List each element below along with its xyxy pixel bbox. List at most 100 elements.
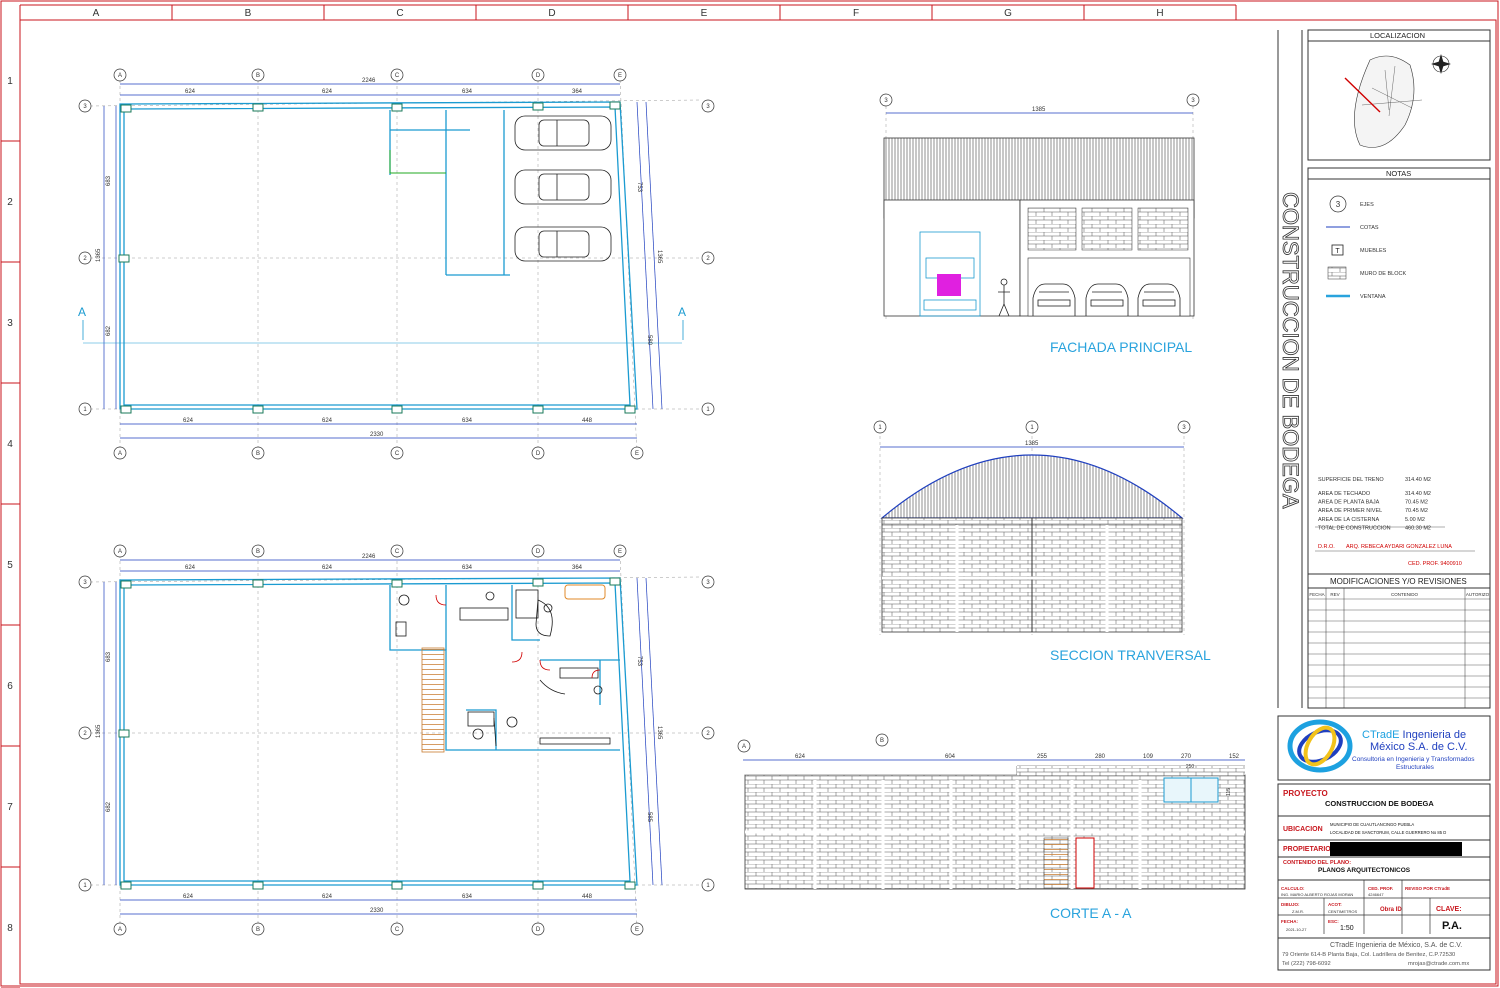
svg-text:D: D	[536, 549, 541, 555]
drawing-sheet: ABCDEFGH 12345678 A A 2246 624 624 634 3…	[0, 0, 1499, 988]
propietario-redacted	[1330, 842, 1462, 856]
svg-text:E: E	[635, 451, 639, 457]
axis-bubble-top-C: C	[390, 68, 404, 82]
proyecto-value: CONSTRUCCION DE BODEGA	[1325, 799, 1434, 808]
note-label: VENTANA	[1360, 294, 1386, 300]
structural-column	[252, 103, 264, 112]
reviso-label: REVISO POR CTradE	[1405, 886, 1450, 891]
structural-column	[609, 101, 621, 110]
dim-top-4: 364	[572, 89, 583, 95]
esc-label: ESC:	[1328, 919, 1339, 924]
axis-bubble-bottom-C: C	[390, 446, 404, 460]
dibujo-value: Z.M.R.	[1292, 909, 1304, 914]
ubicacion-line2: LOCALIDAD DE SANCTORUM, CALLE GUERRERO N…	[1330, 830, 1446, 835]
clave-value: P.A.	[1442, 920, 1462, 932]
staircase	[421, 647, 445, 753]
structural-column	[391, 103, 403, 112]
axis-bubble-bottom-C: C	[390, 922, 404, 936]
seccion-title: SECCION TRANVERSAL	[1050, 647, 1211, 663]
axis-bubble-right-1: 1	[701, 878, 715, 892]
area-label-0: SUPERFICIE DEL TRENO	[1318, 477, 1384, 483]
company-sub-2: Estructurales	[1396, 764, 1435, 771]
axis-bubble-right-3: 3	[701, 99, 715, 113]
footer-address: 79 Oriente 614-B Planta Baja, Col. Ladri…	[1282, 952, 1455, 958]
area-label-5: TOTAL DE CONSTRUCCION	[1318, 525, 1391, 531]
fecha-label: FECHA:	[1281, 919, 1298, 924]
dim-left-1: 683	[106, 651, 112, 662]
grid-row-marks: 1 2 3 4 5 6 7 8	[1, 76, 20, 988]
grid-row-5: 5	[7, 560, 13, 571]
area-value-4: 5.00 M2	[1405, 517, 1425, 523]
grid-col-E: E	[701, 8, 708, 19]
axis-bubble-top-C: C	[390, 544, 404, 558]
door	[1075, 837, 1095, 889]
dibujo-label: DIBUJO:	[1281, 902, 1300, 907]
svg-text:C: C	[395, 927, 400, 933]
area-value-0: 314.40 M2	[1405, 477, 1431, 483]
svg-text:E: E	[635, 927, 639, 933]
seccion-axis-0: 1	[873, 420, 887, 434]
grid-row-7: 7	[7, 802, 13, 813]
block-wall-icon	[1327, 266, 1347, 280]
seccion-axis-1: 1	[1025, 420, 1039, 434]
footer-phone: Tel (222) 798-6092	[1282, 961, 1331, 967]
fachada-dim: 1385	[1032, 107, 1046, 113]
corte-dim-6: 152	[1229, 754, 1240, 760]
corte-subdim-1: 250	[1186, 764, 1195, 770]
dim-left-2: 682	[106, 801, 112, 812]
svg-text:D: D	[536, 927, 541, 933]
dim-bottom-1: 624	[183, 894, 194, 900]
propietario-label: PROPIETARIO	[1283, 846, 1331, 853]
structural-column	[120, 104, 132, 113]
proyecto-label: PROYECTO	[1283, 789, 1328, 798]
axis-bubble-top-A: A	[113, 544, 127, 558]
area-label-3: AREA DE PRIMER NIVEL	[1318, 508, 1382, 514]
dim-left-1: 683	[106, 175, 112, 186]
footer-company: CTradE Ingenieria de México, S.A. de C.V…	[1330, 942, 1462, 949]
axis-bubble-left-3: 3	[78, 575, 92, 589]
svg-text:T: T	[1335, 248, 1340, 255]
dim-bottom-2: 624	[322, 894, 333, 900]
note-label: MUEBLES	[1360, 248, 1387, 254]
acot-label: ACOT:	[1328, 902, 1342, 907]
axis-bubble-bottom-E: E	[630, 446, 644, 460]
axis-bubble-bottom-A: A	[113, 922, 127, 936]
contenido-label: CONTENIDO DEL PLANO:	[1283, 860, 1351, 866]
grid-column-marks: A B C D E F G H	[19, 5, 1237, 20]
axis-bubble-bottom-E: E	[630, 922, 644, 936]
grid-col-C: C	[396, 8, 403, 19]
note-label: EJES	[1360, 202, 1374, 208]
mod-col-3: AUTORIZO	[1466, 592, 1490, 597]
structural-column	[391, 579, 403, 588]
dim-bottom-2: 624	[322, 418, 333, 424]
structural-column	[532, 881, 544, 890]
dim-right-1: 753	[636, 656, 642, 667]
dim-top-3: 634	[462, 565, 473, 571]
svg-text:A: A	[118, 549, 122, 555]
svg-text:3: 3	[1336, 200, 1341, 209]
mod-col-2: CONTENIDO	[1391, 592, 1418, 597]
structural-column	[252, 881, 264, 890]
dim-top-2: 624	[322, 89, 333, 95]
axis-bubble-right-2: 2	[701, 726, 715, 740]
dim-right-2: 580	[646, 335, 652, 346]
grid-row-2: 2	[7, 197, 13, 208]
corte-axis-0: A	[737, 739, 751, 753]
obra-label: Obra ID	[1380, 907, 1402, 913]
company-sub-1: Consultoria en Ingenieria y Transformado…	[1352, 756, 1475, 763]
furniture-icon: T	[1331, 244, 1344, 256]
modificaciones-label: MODIFICACIONES Y/O REVISIONES	[1330, 577, 1467, 586]
grid-col-F: F	[853, 8, 859, 19]
structural-column	[118, 729, 130, 738]
dim-top-2: 624	[322, 565, 333, 571]
area-value-3: 70.45 M2	[1405, 508, 1428, 514]
cross-section: 1385 1 1 3 SECCION TRANVERSAL	[873, 420, 1211, 663]
axis-bubble-top-A: A	[113, 68, 127, 82]
dim-bottom-3: 634	[462, 418, 473, 424]
dim-top-1: 624	[185, 565, 196, 571]
ced-prof: CED. PROF. 9400910	[1408, 561, 1462, 567]
dim-right-2: 585	[646, 812, 652, 823]
seccion-dim: 1385	[1025, 441, 1039, 447]
svg-text:D: D	[536, 451, 541, 457]
axis-bubble-right-2: 2	[701, 251, 715, 265]
